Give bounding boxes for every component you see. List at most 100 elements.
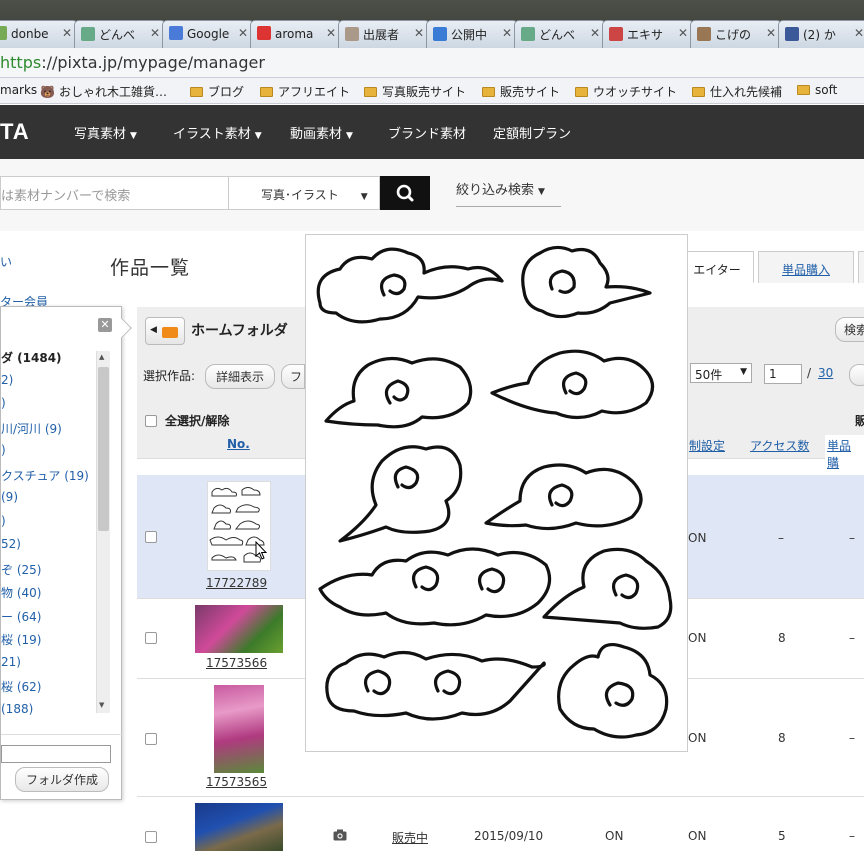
next-action-button[interactable]: フ <box>281 364 305 389</box>
per-page-select[interactable]: 50件 ▼ <box>690 363 752 383</box>
close-tab-icon[interactable]: ✕ <box>766 26 776 40</box>
folder-list-item[interactable]: 川/河川 (9) <box>1 420 62 437</box>
filter-search-button[interactable]: 絞り込み検索 ▼ <box>456 179 561 207</box>
select-all-checkbox[interactable] <box>145 415 157 427</box>
thumbnail-flowers[interactable] <box>214 685 264 773</box>
folder-list-item[interactable]: (9) <box>1 490 18 504</box>
folder-list-item[interactable]: 桜 (62) <box>1 678 41 695</box>
search-type-select[interactable]: 写真･イラスト ▼ <box>228 176 380 210</box>
col-single[interactable]: 単品購 <box>825 435 864 473</box>
nav-item[interactable]: 写真素材 ▼ <box>74 123 137 142</box>
thumbnail-photo[interactable] <box>195 803 283 851</box>
browser-tab[interactable]: どんべ ✕ <box>74 20 166 48</box>
close-tab-icon[interactable]: ✕ <box>678 26 688 40</box>
browser-tab[interactable]: 出展者 ✕ <box>338 20 430 48</box>
search-input[interactable]: は素材ナンバーで検索 <box>0 176 228 210</box>
folder-list-item[interactable]: 2) <box>1 373 13 387</box>
folder-list-item[interactable]: ぞ (25) <box>1 561 41 578</box>
col-access[interactable]: アクセス数 <box>750 437 809 454</box>
bookmark-item[interactable]: アフリエイト <box>260 83 350 100</box>
folder-list-item[interactable]: クスチュア (19) <box>1 467 89 484</box>
bookmark-item[interactable]: marks <box>0 83 37 97</box>
col-setting[interactable]: 制設定 <box>689 437 725 454</box>
col-sale: 販 <box>855 414 864 428</box>
tab-creator[interactable]: エイター <box>680 251 754 283</box>
browser-tab[interactable]: Google ✕ <box>162 20 254 48</box>
browser-tab[interactable]: こげの ✕ <box>690 20 782 48</box>
bookmark-item[interactable]: soft <box>797 83 837 97</box>
bookmark-item[interactable]: 写真販売サイト <box>364 83 466 100</box>
table-row[interactable]: 販売中 2015/09/10 ON ON 5 – <box>137 797 864 857</box>
search-bar: は素材ナンバーで検索 写真･イラスト ▼ 絞り込み検索 ▼ <box>0 159 864 231</box>
close-tab-icon[interactable]: ✕ <box>590 26 600 40</box>
bookmark-item[interactable]: 販売サイト <box>482 83 560 100</box>
row-checkbox[interactable] <box>145 831 157 843</box>
close-tab-icon[interactable]: ✕ <box>414 26 424 40</box>
item-number-link[interactable]: 17573566 <box>206 656 267 670</box>
thumbnail-flowers[interactable] <box>195 605 283 653</box>
item-number-link[interactable]: 17573565 <box>206 775 267 789</box>
scrollbar-thumb[interactable] <box>98 367 109 531</box>
site-logo[interactable]: TA <box>0 119 30 145</box>
page-input[interactable]: 1 <box>764 364 802 384</box>
folder-list-item[interactable]: 物 (40) <box>1 584 41 601</box>
col-no[interactable]: No. <box>227 437 250 451</box>
new-folder-input[interactable] <box>1 745 111 763</box>
bookmark-item[interactable]: ウオッチサイト <box>575 83 677 100</box>
bookmark-item[interactable]: 🐻 おしゃれ木工雑貨… <box>40 83 167 100</box>
browser-tab-label: どんべ <box>99 28 136 42</box>
folder-list-item[interactable]: ダ (1484) <box>1 349 62 366</box>
search-button[interactable] <box>380 176 430 210</box>
folder-list-item[interactable]: ) <box>1 514 6 528</box>
browser-tab[interactable]: donbe ✕ <box>0 20 78 48</box>
folder-list-scrollbar[interactable]: ▲ ▼ <box>96 351 110 713</box>
folder-list-item[interactable]: ー (64) <box>1 608 41 625</box>
close-tab-icon[interactable]: ✕ <box>854 26 864 40</box>
browser-tab[interactable]: aroma ✕ <box>250 20 342 48</box>
row-checkbox[interactable] <box>145 632 157 644</box>
tab-single-purchase[interactable]: 単品購入 <box>758 251 854 283</box>
browser-tab[interactable]: どんべ ✕ <box>514 20 606 48</box>
page-total[interactable]: 30 <box>818 366 833 380</box>
sale-status-link[interactable]: 販売中 <box>392 829 428 846</box>
search-folder-button[interactable]: 検索 <box>835 317 864 342</box>
close-icon[interactable]: ✕ <box>98 318 112 332</box>
nav-item[interactable]: 定額制プラン <box>493 123 571 142</box>
left-link-1[interactable]: い <box>0 253 12 270</box>
folder-list-item[interactable]: (188) <box>1 702 33 716</box>
search-icon <box>396 184 414 202</box>
bookmark-item[interactable]: 仕入れ先候補 <box>692 83 782 100</box>
browser-tab[interactable]: エキサ ✕ <box>602 20 694 48</box>
folder-list-item[interactable]: 桜 (19) <box>1 631 41 648</box>
item-number-link[interactable]: 17722789 <box>206 576 267 590</box>
close-tab-icon[interactable]: ✕ <box>62 26 72 40</box>
tab-more[interactable] <box>858 251 864 283</box>
nav-item[interactable]: イラスト素材 ▼ <box>173 123 262 142</box>
detail-view-button[interactable]: 詳細表示 <box>205 364 276 389</box>
nav-item[interactable]: ブランド素材 <box>388 123 466 142</box>
close-tab-icon[interactable]: ✕ <box>150 26 160 40</box>
folder-list-item[interactable]: 52) <box>1 537 21 551</box>
folder-back-button[interactable]: ◀ <box>145 317 185 345</box>
scroll-up-icon[interactable]: ▲ <box>99 353 104 361</box>
address-bar[interactable]: https://pixta.jp/mypage/manager <box>0 48 864 78</box>
url-text[interactable]: https://pixta.jp/mypage/manager <box>0 53 265 72</box>
create-folder-button[interactable]: フォルダ作成 <box>15 767 110 792</box>
close-tab-icon[interactable]: ✕ <box>238 26 248 40</box>
row-checkbox[interactable] <box>145 531 157 543</box>
page-next-button[interactable] <box>849 364 864 386</box>
nav-item-label: 写真素材 <box>74 127 127 142</box>
browser-tab[interactable]: (2) か ✕ <box>778 20 864 48</box>
close-tab-icon[interactable]: ✕ <box>326 26 336 40</box>
row-checkbox[interactable] <box>145 733 157 745</box>
folder-list-item[interactable]: ) <box>1 396 6 410</box>
folder-list-item[interactable]: 21) <box>1 655 21 669</box>
close-tab-icon[interactable]: ✕ <box>502 26 512 40</box>
favicon-icon <box>697 27 711 41</box>
bookmark-item[interactable]: ブログ <box>190 83 244 100</box>
folder-list-item[interactable]: ) <box>1 443 6 457</box>
select-all-label[interactable]: 全選択/解除 <box>165 412 229 429</box>
nav-item[interactable]: 動画素材 ▼ <box>290 123 353 142</box>
scroll-down-icon[interactable]: ▼ <box>99 701 104 709</box>
browser-tab[interactable]: 公開中 ✕ <box>426 20 518 48</box>
